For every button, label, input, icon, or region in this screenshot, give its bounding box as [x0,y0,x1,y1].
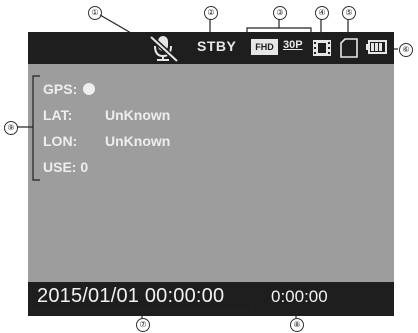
callout-4: ④ [315,6,329,20]
microphone-muted-icon [149,35,179,63]
callout-6: ⑥ [399,43,413,57]
use-value: 0 [80,159,89,175]
gps-row: GPS: [43,81,96,97]
callout-3: ③ [273,6,287,20]
date-time-display: 2015/01/01 00:00:00 [37,285,225,307]
use-row: USE: 0 [43,159,88,175]
gps-label: GPS: [43,81,78,97]
lon-label: LON: [43,133,78,149]
use-label: USE: [43,159,77,175]
recording-timer: 0:00:00 [271,287,328,306]
callout-9: ⑨ [4,121,18,135]
gps-status-icon [83,83,96,95]
lat-label: LAT: [43,107,73,123]
lon-value: UnKnown [105,133,171,149]
sd-card-icon [340,38,358,58]
mode-indicator: STBY [197,38,237,54]
callout-1: ① [88,6,102,20]
lat-value: UnKnown [105,107,171,123]
callout-8: ⑧ [290,318,304,332]
resolution-badge: FHD [251,39,278,55]
film-icon [313,40,331,56]
frame-rate-indicator: 30P [283,39,303,51]
callout-2: ② [204,6,218,20]
callout-5: ⑤ [342,6,356,20]
lon-row: LON: UnKnown [43,133,170,149]
callout-7: ⑦ [136,318,150,332]
battery-icon [366,40,387,54]
lat-row: LAT: UnKnown [43,107,170,123]
